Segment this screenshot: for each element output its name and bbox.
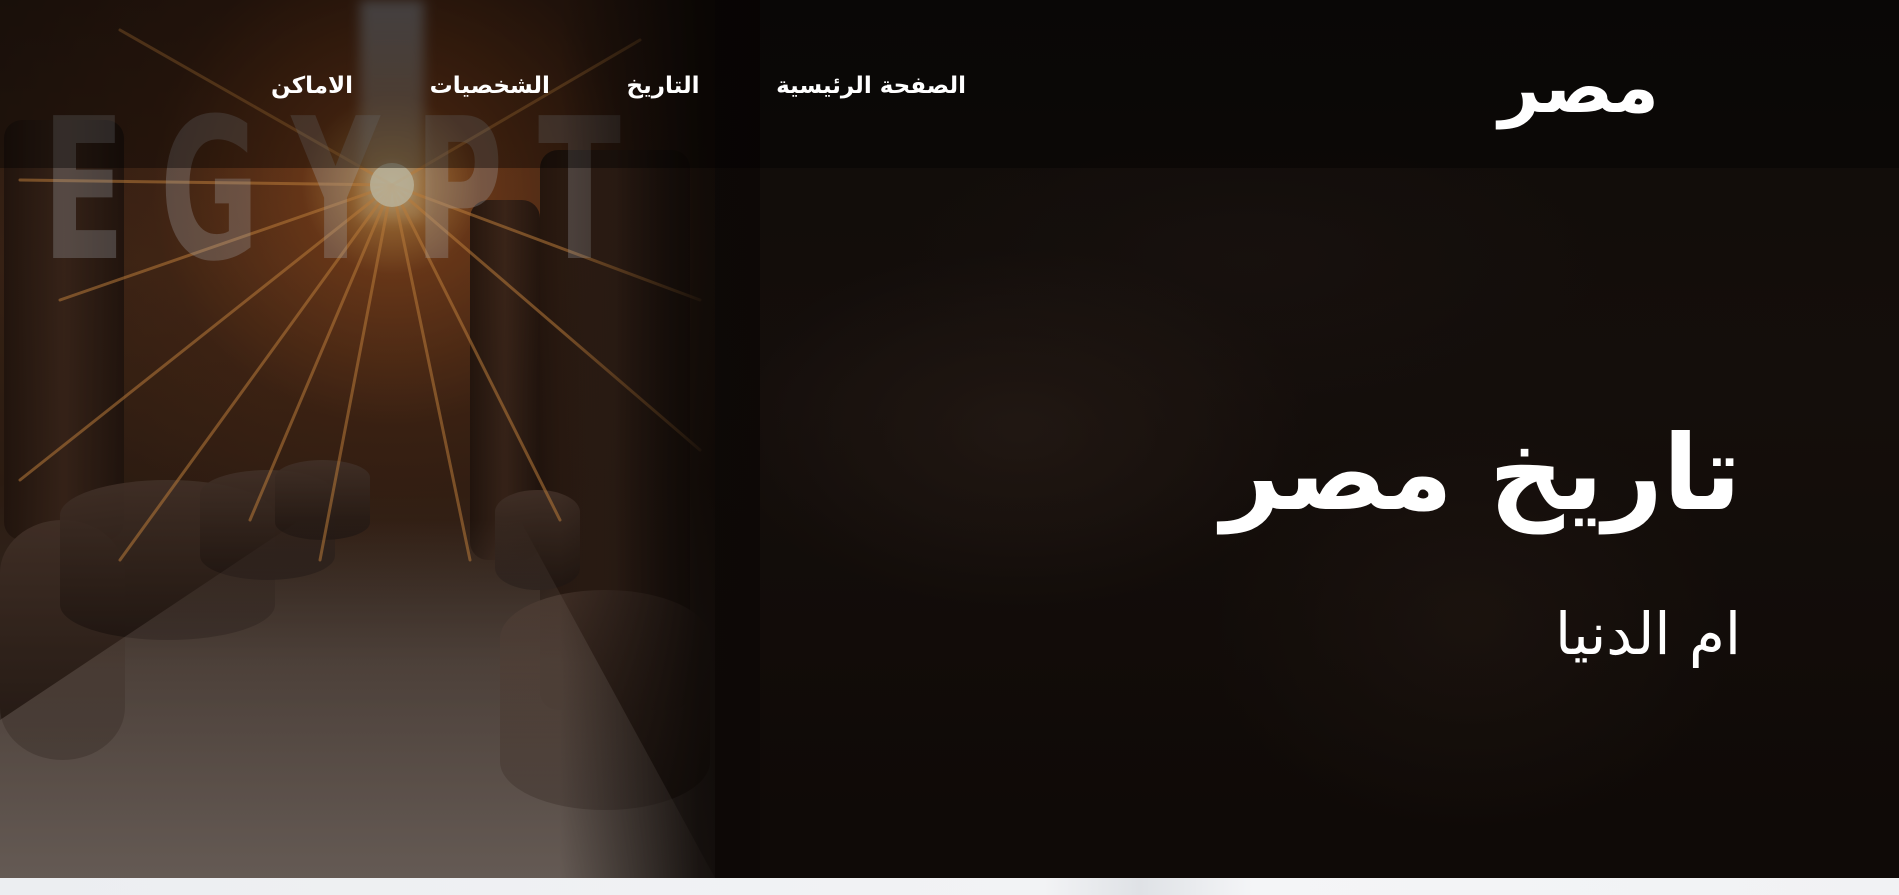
nav-link-places[interactable]: الاماكن <box>271 73 353 99</box>
nav-link-figures[interactable]: الشخصيات <box>430 73 550 99</box>
next-section-edge <box>0 878 1899 895</box>
hero-title: تاريخ مصر <box>1221 412 1741 534</box>
nav-link-history[interactable]: التاريخ <box>627 73 700 99</box>
page: EGYPT تاريخ مصر ام الدنيا مصر الصفحة الر… <box>0 0 1899 895</box>
hero-subtitle: ام الدنيا <box>1554 600 1741 668</box>
site-header: مصر الصفحة الرئيسية التاريخ الشخصيات الا… <box>0 0 1899 168</box>
nav-link-home[interactable]: الصفحة الرئيسية <box>776 73 966 99</box>
site-logo[interactable]: مصر <box>1499 42 1659 132</box>
main-nav: الصفحة الرئيسية التاريخ الشخصيات الاماكن <box>271 68 966 104</box>
